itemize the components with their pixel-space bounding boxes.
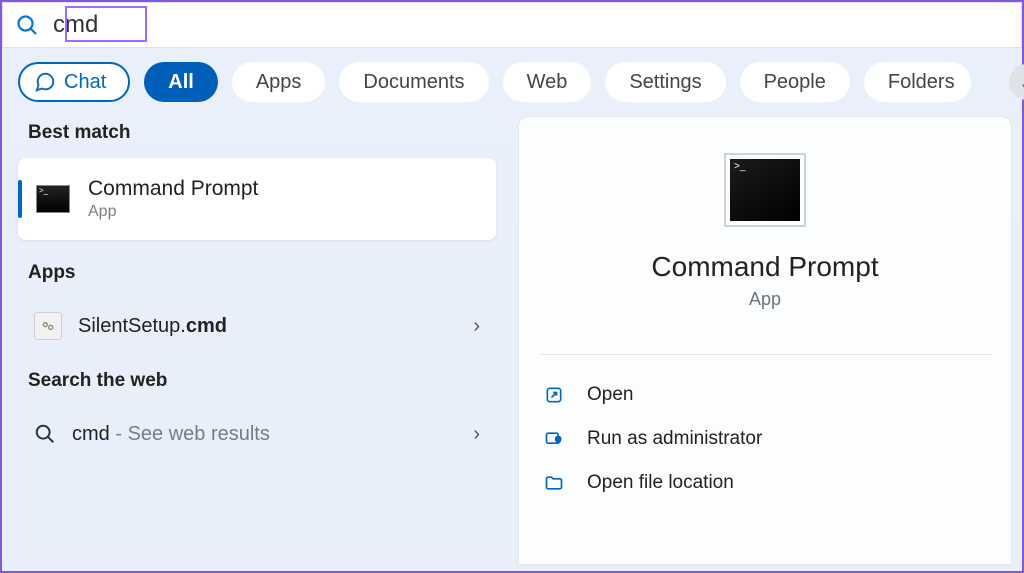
filter-apps[interactable]: Apps bbox=[232, 62, 326, 102]
detail-title: Command Prompt bbox=[651, 251, 878, 283]
filter-all[interactable]: All bbox=[144, 62, 218, 102]
filter-row: Chat All Apps Documents Web Settings Peo… bbox=[2, 48, 1022, 116]
chevron-right-icon: › bbox=[473, 315, 480, 338]
detail-subtitle: App bbox=[749, 289, 781, 310]
apps-result-label: SilentSetup.cmd bbox=[78, 315, 227, 338]
action-open[interactable]: Open bbox=[539, 373, 991, 417]
search-bar[interactable] bbox=[2, 2, 1022, 48]
filter-settings[interactable]: Settings bbox=[605, 62, 725, 102]
detail-app-icon bbox=[724, 153, 806, 227]
detail-actions: Open Run as administrator Open file loca… bbox=[539, 354, 991, 505]
search-bar-container bbox=[2, 2, 1022, 48]
web-result-item[interactable]: cmd - See web results › bbox=[18, 406, 496, 462]
section-best-match: Best match bbox=[28, 122, 486, 144]
filter-chat-label: Chat bbox=[64, 71, 106, 94]
section-search-web: Search the web bbox=[28, 370, 486, 392]
content-area: Best match Command Prompt App Apps Silen… bbox=[2, 116, 1022, 565]
section-apps: Apps bbox=[28, 262, 486, 284]
action-run-admin[interactable]: Run as administrator bbox=[539, 417, 991, 461]
admin-shield-icon bbox=[543, 428, 565, 450]
action-admin-label: Run as administrator bbox=[587, 428, 762, 450]
action-open-location[interactable]: Open file location bbox=[539, 461, 991, 505]
account-area: J ··· bbox=[1009, 64, 1024, 100]
detail-panel: Command Prompt App Open Run as administr… bbox=[518, 116, 1012, 565]
chevron-right-icon: › bbox=[473, 423, 480, 446]
open-icon bbox=[543, 384, 565, 406]
result-subtitle: App bbox=[88, 203, 258, 221]
search-icon bbox=[15, 13, 39, 37]
filter-chat[interactable]: Chat bbox=[18, 62, 130, 102]
filter-documents[interactable]: Documents bbox=[339, 62, 488, 102]
action-location-label: Open file location bbox=[587, 472, 734, 494]
filter-people[interactable]: People bbox=[740, 62, 850, 102]
cmd-file-icon bbox=[34, 312, 62, 340]
folder-icon bbox=[543, 472, 565, 494]
filter-folders[interactable]: Folders bbox=[864, 62, 971, 102]
best-match-result[interactable]: Command Prompt App bbox=[18, 158, 496, 240]
account-avatar[interactable]: J bbox=[1009, 64, 1024, 100]
action-open-label: Open bbox=[587, 384, 633, 406]
result-title: Command Prompt bbox=[88, 177, 258, 201]
filter-web[interactable]: Web bbox=[503, 62, 592, 102]
search-input[interactable] bbox=[51, 3, 1021, 47]
apps-result-item[interactable]: SilentSetup.cmd › bbox=[18, 298, 496, 354]
bing-chat-icon bbox=[34, 71, 56, 93]
results-column: Best match Command Prompt App Apps Silen… bbox=[12, 116, 502, 565]
search-icon bbox=[34, 423, 56, 445]
web-result-label: cmd - See web results bbox=[72, 423, 270, 446]
command-prompt-icon bbox=[34, 180, 72, 218]
